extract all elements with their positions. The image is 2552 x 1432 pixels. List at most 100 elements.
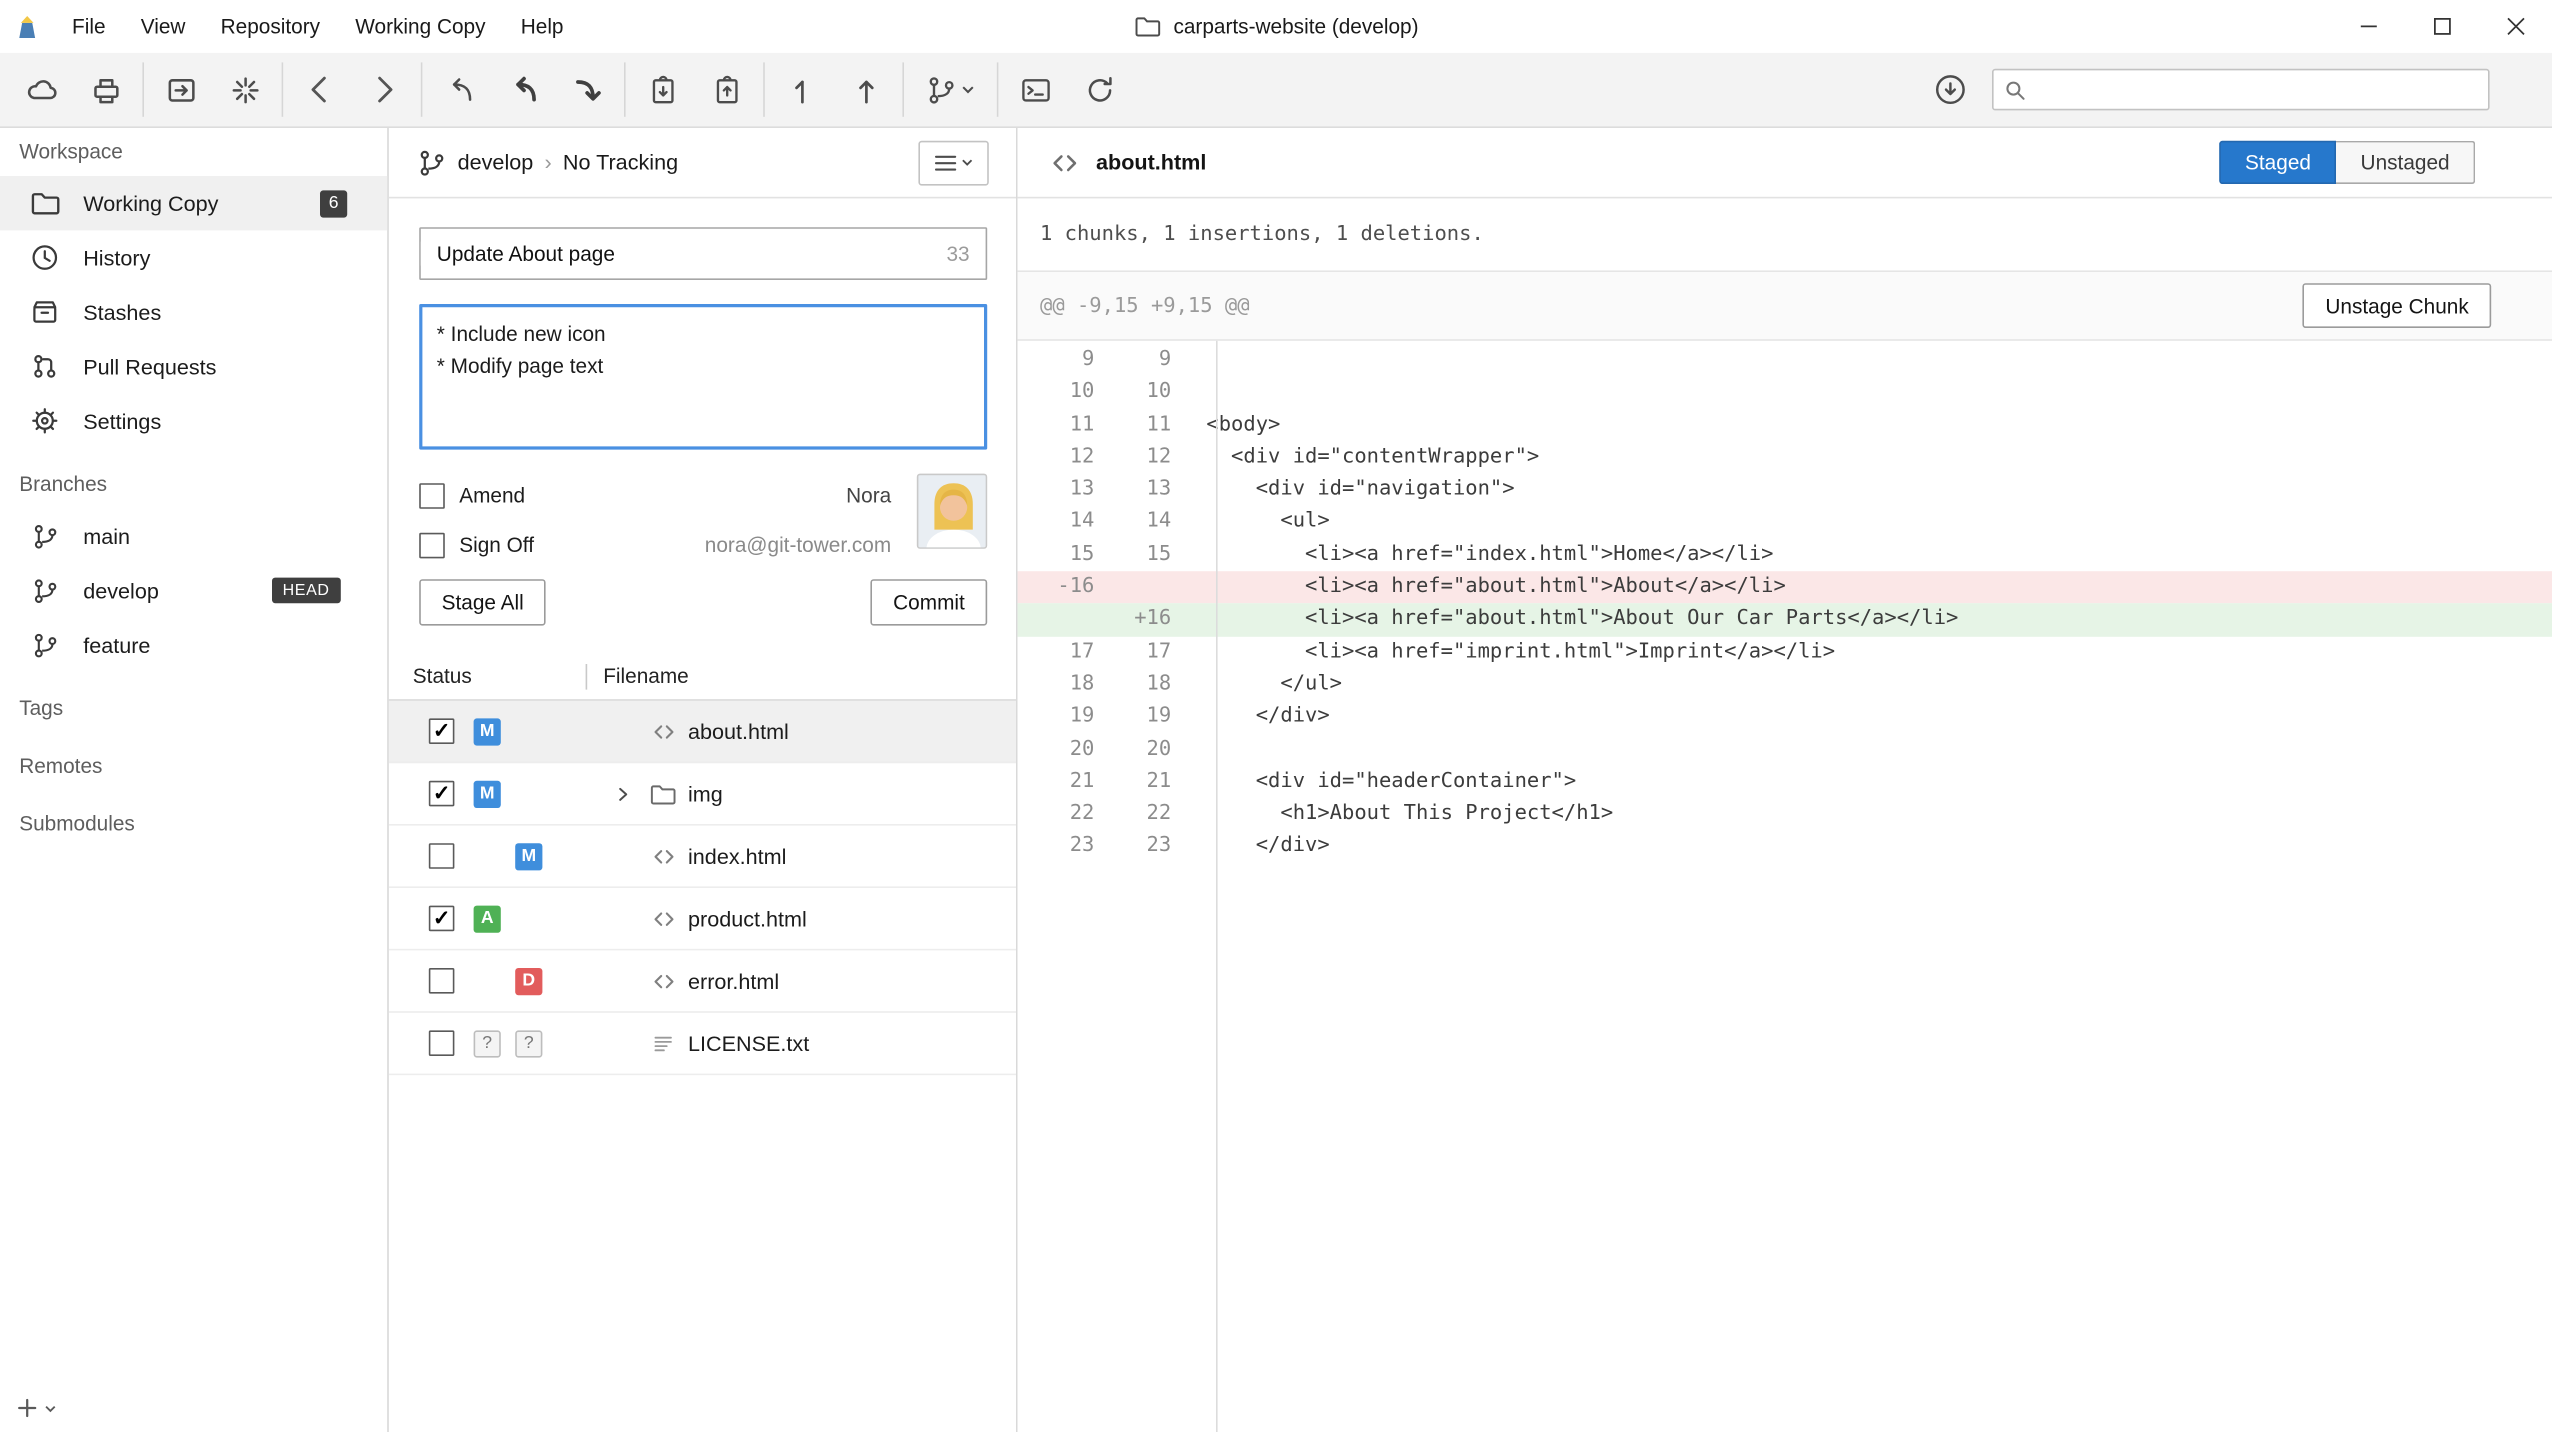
menu-repository[interactable]: Repository bbox=[203, 0, 338, 53]
diff-line: 2121 <div id="headerContainer"> bbox=[1018, 766, 2552, 798]
diff-line-inserted: +16 <li><a href="about.html">About Our C… bbox=[1018, 604, 2552, 636]
apply-arrow-icon bbox=[570, 73, 604, 107]
author-email: nora@git-tower.com bbox=[705, 533, 891, 557]
menu-file[interactable]: File bbox=[54, 0, 123, 53]
sidebar-item-label: Stashes bbox=[83, 300, 161, 324]
staged-unstaged-toggle: Staged Unstaged bbox=[2219, 141, 2475, 184]
sidebar-item-settings[interactable]: Settings bbox=[0, 394, 387, 448]
stage-checkbox[interactable]: ✓ bbox=[429, 781, 455, 807]
file-row-index-html[interactable]: M index.html bbox=[389, 826, 1016, 888]
working-copy-count-badge: 6 bbox=[320, 190, 347, 217]
chevron-right-icon bbox=[366, 72, 401, 107]
new-line-number: 19 bbox=[1094, 701, 1190, 733]
menu-help[interactable]: Help bbox=[503, 0, 581, 53]
merge-button[interactable] bbox=[427, 58, 491, 122]
download-circle-icon bbox=[1933, 72, 1968, 107]
stage-checkbox[interactable] bbox=[429, 843, 455, 869]
file-row-product-html[interactable]: ✓ A product.html bbox=[389, 888, 1016, 950]
add-repository-button[interactable] bbox=[16, 1397, 58, 1419]
stage-checkbox[interactable] bbox=[429, 1030, 455, 1056]
old-line-number: -16 bbox=[1018, 571, 1095, 603]
branch-icon bbox=[29, 522, 61, 549]
file-row-about-html[interactable]: ✓ M about.html bbox=[389, 701, 1016, 763]
unstage-chunk-button[interactable]: Unstage Chunk bbox=[2303, 283, 2491, 328]
commit-button[interactable]: Commit bbox=[871, 579, 987, 625]
branch-menu-button[interactable] bbox=[909, 58, 992, 122]
sidebar-item-stashes[interactable]: Stashes bbox=[0, 285, 387, 339]
remotes-header: Remotes bbox=[0, 742, 387, 790]
avatar-image bbox=[918, 475, 987, 549]
signoff-checkbox[interactable] bbox=[419, 532, 445, 558]
terminal-button[interactable] bbox=[1003, 58, 1067, 122]
printer-icon bbox=[89, 73, 123, 107]
open-box-icon bbox=[164, 73, 198, 107]
updates-button[interactable] bbox=[1918, 58, 1982, 122]
back-button[interactable] bbox=[288, 58, 352, 122]
sidebar-item-working-copy[interactable]: Working Copy 6 bbox=[0, 176, 387, 230]
forward-button[interactable] bbox=[352, 58, 416, 122]
clone-button[interactable] bbox=[10, 58, 74, 122]
diff-line: 1515 <li><a href="index.html">Home</a></… bbox=[1018, 539, 2552, 571]
status-badge-untracked: ? bbox=[474, 1030, 501, 1057]
new-line-number: 13 bbox=[1094, 474, 1190, 506]
column-divider bbox=[586, 664, 588, 690]
disclosure-chevron-icon[interactable] bbox=[613, 783, 642, 804]
sidebar-branch-feature[interactable]: feature bbox=[0, 618, 387, 672]
file-row-error-html[interactable]: D error.html bbox=[389, 950, 1016, 1012]
file-name: LICENSE.txt bbox=[688, 1031, 809, 1055]
commit-subject-input[interactable] bbox=[421, 242, 947, 266]
branch-icon bbox=[29, 577, 61, 604]
stage-checkbox[interactable] bbox=[429, 968, 455, 994]
amend-checkbox[interactable] bbox=[419, 482, 445, 508]
cherry-pick-button[interactable] bbox=[555, 58, 619, 122]
file-row-license-txt[interactable]: ? ? LICENSE.txt bbox=[389, 1013, 1016, 1075]
apply-stash-button[interactable] bbox=[694, 58, 758, 122]
old-line-number: 19 bbox=[1018, 701, 1095, 733]
menu-working-copy[interactable]: Working Copy bbox=[338, 0, 503, 53]
stage-all-button[interactable]: Stage All bbox=[419, 579, 546, 625]
commit-message-textarea[interactable]: * Include new icon * Modify page text bbox=[419, 304, 987, 450]
file-row-img[interactable]: ✓ M img bbox=[389, 763, 1016, 825]
sidebar-item-history[interactable]: History bbox=[0, 230, 387, 284]
new-line-number: 21 bbox=[1094, 766, 1190, 798]
unstaged-tab[interactable]: Unstaged bbox=[2337, 141, 2476, 184]
search-input[interactable] bbox=[2035, 78, 2478, 102]
code-text: <ul> bbox=[1190, 506, 2552, 538]
code-text: <li><a href="about.html">About Our Car P… bbox=[1190, 604, 2552, 636]
text-file-icon bbox=[650, 1031, 677, 1055]
sidebar-branch-main[interactable]: main bbox=[0, 509, 387, 563]
close-button[interactable] bbox=[2478, 0, 2552, 53]
new-line-number: 15 bbox=[1094, 539, 1190, 571]
menu-view[interactable]: View bbox=[123, 0, 203, 53]
maximize-button[interactable] bbox=[2405, 0, 2479, 53]
open-local-button[interactable] bbox=[74, 58, 138, 122]
open-repository-button[interactable] bbox=[149, 58, 213, 122]
minimize-button[interactable] bbox=[2331, 0, 2405, 53]
stage-checkbox[interactable]: ✓ bbox=[429, 906, 455, 932]
stash-box-icon bbox=[29, 298, 61, 327]
new-line-number: 20 bbox=[1094, 734, 1190, 766]
diff-line: 2222 <h1>About This Project</h1> bbox=[1018, 799, 2552, 831]
pull-button[interactable] bbox=[770, 58, 834, 122]
status-badge-empty bbox=[515, 905, 542, 932]
status-badge-empty bbox=[515, 780, 542, 807]
push-button[interactable] bbox=[834, 58, 898, 122]
file-table: Status Filename ✓ M about.html bbox=[389, 653, 1016, 1432]
services-burst-icon bbox=[228, 73, 262, 107]
new-line-number: 9 bbox=[1094, 344, 1190, 376]
pull-arrow-icon bbox=[785, 73, 819, 107]
stage-checkbox[interactable]: ✓ bbox=[429, 718, 455, 744]
services-button[interactable] bbox=[213, 58, 277, 122]
branch-bar: develop › No Tracking bbox=[389, 128, 1016, 198]
menubar: File View Repository Working Copy Help bbox=[54, 0, 581, 53]
stash-button[interactable] bbox=[630, 58, 694, 122]
commit-options-button[interactable] bbox=[918, 140, 988, 185]
old-line-number: 9 bbox=[1018, 344, 1095, 376]
refresh-button[interactable] bbox=[1067, 58, 1131, 122]
sidebar-branch-develop[interactable]: develop HEAD bbox=[0, 563, 387, 617]
staged-tab[interactable]: Staged bbox=[2219, 141, 2336, 184]
sidebar-item-pull-requests[interactable]: Pull Requests bbox=[0, 339, 387, 393]
branch-icon bbox=[418, 148, 447, 177]
amend-label: Amend bbox=[459, 483, 525, 507]
rebase-button[interactable] bbox=[491, 58, 555, 122]
